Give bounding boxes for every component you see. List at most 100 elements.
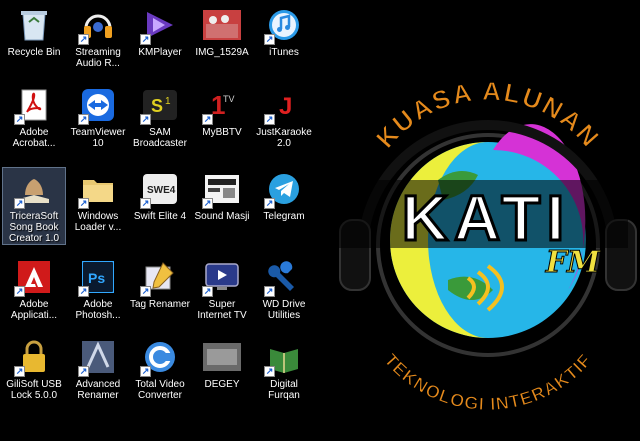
kati-fm-logo: KUASA ALUNAN TEKNOLOGI INTERAKTIF KATI F… bbox=[338, 75, 637, 415]
shortcut-arrow-icon: ↗ bbox=[14, 286, 25, 297]
shortcut-arrow-icon: ↗ bbox=[78, 114, 89, 125]
svg-text:Ps: Ps bbox=[88, 270, 105, 286]
desktop-icon[interactable]: ↗ Streaming Audio R... bbox=[67, 4, 129, 69]
fm-text: FM bbox=[545, 245, 601, 280]
desktop-icon-label: Swift Elite 4 bbox=[133, 211, 187, 222]
shortcut-arrow-icon: ↗ bbox=[14, 198, 25, 209]
desktop-icon[interactable]: ↗ TeamViewer 10 bbox=[67, 84, 129, 149]
desktop-icon[interactable]: ↗ Sound Masji bbox=[191, 168, 253, 222]
shortcut-arrow-icon: ↗ bbox=[264, 286, 275, 297]
desktop-icon[interactable]: Recycle Bin bbox=[3, 4, 65, 58]
svg-text:S: S bbox=[151, 96, 163, 116]
desktop-icon-label: JustKaraoke 2.0 bbox=[256, 127, 312, 149]
swift-elite-icon: SWE4 ↗ bbox=[140, 170, 179, 209]
photoshop-icon: Ps ↗ bbox=[78, 258, 117, 297]
desktop-icon-label: WD Drive Utilities bbox=[262, 299, 306, 321]
desktop-icon[interactable]: ↗ GiliSoft USB Lock 5.0.0 bbox=[3, 336, 65, 401]
shortcut-arrow-icon: ↗ bbox=[14, 114, 25, 125]
main-title: KATI bbox=[402, 182, 571, 254]
svg-text:SWE4: SWE4 bbox=[147, 185, 176, 196]
desktop-icon-label: Digital Furqan bbox=[268, 379, 300, 401]
shortcut-arrow-icon: ↗ bbox=[14, 366, 25, 377]
svg-text:J: J bbox=[279, 93, 292, 120]
desktop-icon-label: Sound Masji bbox=[194, 211, 250, 222]
sam-broadcaster-icon: S 1 ↗ bbox=[140, 86, 179, 125]
desktop-icon-label: IMG_1529A bbox=[195, 47, 249, 58]
usb-lock-icon: ↗ bbox=[14, 338, 53, 377]
desktop-icon-label: TriceraSoft Song Book Creator 1.0 bbox=[8, 211, 60, 244]
desktop-icon[interactable]: ↗ Adobe Applicati... bbox=[3, 256, 65, 321]
desktop-icon[interactable]: ↗ Digital Furqan bbox=[253, 336, 315, 401]
desktop-icon[interactable]: ↗ Windows Loader v... bbox=[67, 168, 129, 233]
desktop-icon-label: iTunes bbox=[269, 47, 299, 58]
mybbtv-icon: 1 TV ↗ bbox=[202, 86, 241, 125]
teamviewer-icon: ↗ bbox=[78, 86, 117, 125]
shortcut-arrow-icon: ↗ bbox=[140, 114, 151, 125]
svg-text:1: 1 bbox=[165, 96, 171, 107]
desktop-icon-label: Tag Renamer bbox=[129, 299, 191, 310]
folder-icon: ↗ bbox=[78, 170, 117, 209]
internet-tv-icon: ↗ bbox=[202, 258, 241, 297]
desktop-icon-label: MyBBTV bbox=[202, 127, 242, 138]
desktop-icon[interactable]: ↗ Telegram bbox=[253, 168, 315, 222]
shortcut-arrow-icon: ↗ bbox=[264, 114, 275, 125]
shortcut-arrow-icon: ↗ bbox=[140, 366, 151, 377]
acrobat-icon: ↗ bbox=[14, 86, 53, 125]
desktop-icon-label: KMPlayer bbox=[138, 47, 182, 58]
desktop: KUASA ALUNAN TEKNOLOGI INTERAKTIF KATI F… bbox=[0, 0, 640, 436]
arc-text-top: KUASA ALUNAN bbox=[370, 76, 606, 154]
itunes-icon: ↗ bbox=[264, 6, 303, 45]
advanced-renamer-icon: ↗ bbox=[78, 338, 117, 377]
desktop-icon[interactable]: ↗ iTunes bbox=[253, 4, 315, 58]
songbook-icon: ↗ bbox=[14, 170, 53, 209]
desktop-icon[interactable]: ↗ KMPlayer bbox=[129, 4, 191, 58]
desktop-icon-label: Adobe Applicati... bbox=[10, 299, 58, 321]
desktop-icon[interactable]: J ↗ JustKaraoke 2.0 bbox=[253, 84, 315, 149]
shortcut-arrow-icon: ↗ bbox=[264, 198, 275, 209]
shortcut-arrow-icon: ↗ bbox=[78, 286, 89, 297]
headphones-icon: ↗ bbox=[78, 6, 117, 45]
desktop-icon[interactable]: S 1 ↗ SAM Broadcaster bbox=[129, 84, 191, 149]
justkaraoke-icon: J ↗ bbox=[264, 86, 303, 125]
shortcut-arrow-icon: ↗ bbox=[140, 34, 151, 45]
shortcut-arrow-icon: ↗ bbox=[78, 34, 89, 45]
desktop-icon-label: Advanced Renamer bbox=[75, 379, 121, 401]
shortcut-arrow-icon: ↗ bbox=[140, 286, 151, 297]
desktop-icon[interactable]: SWE4 ↗ Swift Elite 4 bbox=[129, 168, 191, 222]
desktop-icon[interactable]: ↗ Total Video Converter bbox=[129, 336, 191, 401]
desktop-icon-label: Adobe Photosh... bbox=[75, 299, 121, 321]
desktop-icon[interactable]: ↗ WD Drive Utilities bbox=[253, 256, 315, 321]
desktop-icon[interactable]: ↗ TriceraSoft Song Book Creator 1.0 bbox=[2, 167, 66, 245]
desktop-icon-label: SAM Broadcaster bbox=[133, 127, 187, 149]
desktop-icon[interactable]: IMG_1529A bbox=[191, 4, 253, 58]
desktop-icon-label: GiliSoft USB Lock 5.0.0 bbox=[6, 379, 62, 401]
desktop-icon-label: TeamViewer 10 bbox=[70, 127, 126, 149]
telegram-icon: ↗ bbox=[264, 170, 303, 209]
shortcut-arrow-icon: ↗ bbox=[78, 366, 89, 377]
arc-text-bottom: TEKNOLOGI INTERAKTIF bbox=[380, 350, 595, 414]
shortcut-arrow-icon: ↗ bbox=[264, 34, 275, 45]
sound-masji-icon: ↗ bbox=[202, 170, 241, 209]
desktop-icon-label: Telegram bbox=[263, 211, 305, 222]
desktop-icon[interactable]: ↗ Adobe Acrobat... bbox=[3, 84, 65, 149]
shortcut-arrow-icon: ↗ bbox=[264, 366, 275, 377]
desktop-icon[interactable]: Ps ↗ Adobe Photosh... bbox=[67, 256, 129, 321]
wrench-icon: ↗ bbox=[264, 258, 303, 297]
degey-thumbnail-icon bbox=[203, 338, 241, 376]
desktop-icon-label: Total Video Converter bbox=[135, 379, 185, 401]
adobe-icon: ↗ bbox=[14, 258, 53, 297]
kmplayer-icon: ↗ bbox=[140, 6, 179, 45]
desktop-icon-label: Windows Loader v... bbox=[74, 211, 122, 233]
shortcut-arrow-icon: ↗ bbox=[202, 114, 213, 125]
shortcut-arrow-icon: ↗ bbox=[140, 198, 151, 209]
desktop-icon[interactable]: DEGEY bbox=[191, 336, 253, 390]
quran-icon: ↗ bbox=[264, 338, 303, 377]
desktop-icon-label: Adobe Acrobat... bbox=[12, 127, 56, 149]
desktop-icon[interactable]: ↗ Advanced Renamer bbox=[67, 336, 129, 401]
photo-thumbnail-icon bbox=[203, 6, 241, 44]
desktop-icon[interactable]: 1 TV ↗ MyBBTV bbox=[191, 84, 253, 138]
desktop-icon-label: Super Internet TV bbox=[197, 299, 247, 321]
desktop-icon-label: DEGEY bbox=[204, 379, 240, 390]
desktop-icon[interactable]: ↗ Tag Renamer bbox=[129, 256, 191, 310]
desktop-icon[interactable]: ↗ Super Internet TV bbox=[191, 256, 253, 321]
